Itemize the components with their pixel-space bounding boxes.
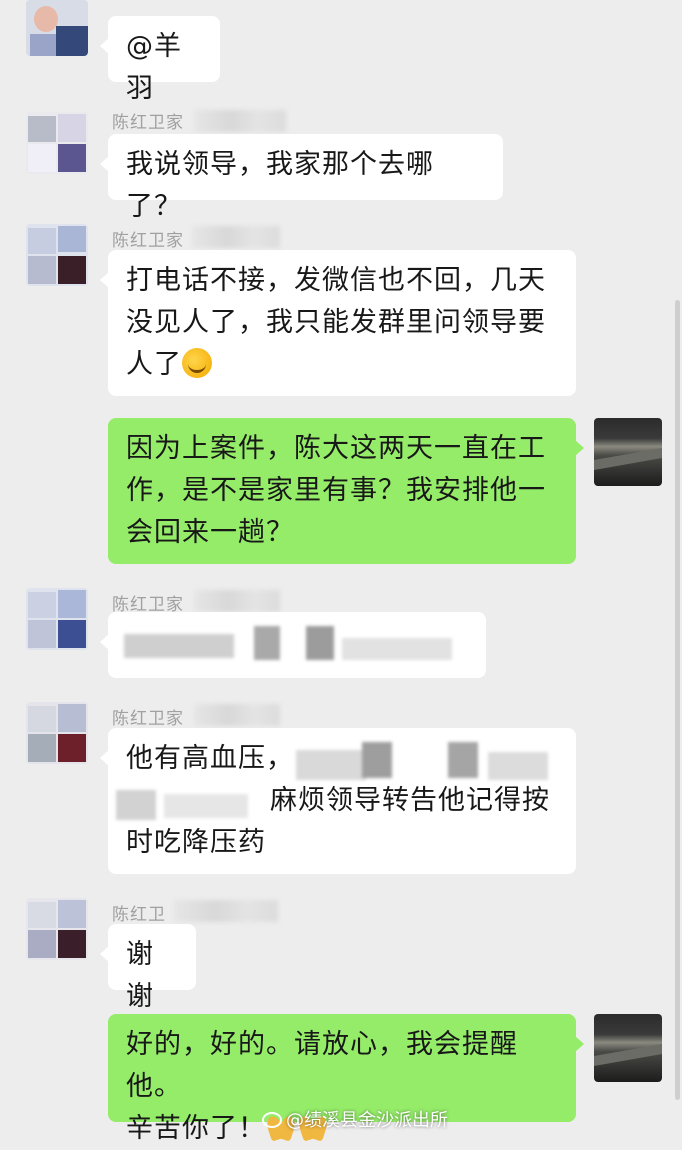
message-line: 作，是不是家里有事？我安排他一 <box>126 475 546 506</box>
message-line: 人了 <box>126 349 182 380</box>
bubble-tail <box>575 1036 584 1052</box>
weibo-icon <box>262 1112 282 1128</box>
watermark: @绩溪县金沙派出所 <box>262 1106 448 1132</box>
bubble-tail <box>100 156 109 172</box>
redacted-text <box>342 638 452 660</box>
redacted-text <box>124 634 234 658</box>
redacted-text <box>306 626 334 660</box>
message-bubble[interactable] <box>100 612 486 678</box>
redacted-name <box>192 226 280 248</box>
redacted-text <box>296 750 366 780</box>
sender-name: 陈红卫家 <box>112 113 184 133</box>
scrollbar[interactable] <box>675 300 680 1100</box>
message-bubble[interactable]: 他有高血压， 麻烦领导转告他记得按 时吃降压药 <box>100 728 576 874</box>
bubble-tail <box>100 38 109 54</box>
crying-laughing-emoji <box>182 348 212 378</box>
message-line: 会回来一趟？ <box>126 517 294 548</box>
message-line: 打电话不接，发微信也不回，几天 <box>126 265 546 296</box>
contact-avatar[interactable] <box>26 588 88 650</box>
chat-view: @羊羽 陈红卫家 我说领导，我家那个去哪了？ 陈红卫家 打电话不接，发微信也不回… <box>0 0 682 1144</box>
redacted-text <box>448 742 478 778</box>
bubble-tail <box>100 634 109 650</box>
redacted-text <box>488 752 548 780</box>
redacted-text <box>116 790 156 820</box>
sender-name: 陈红卫 <box>112 905 166 925</box>
redacted-name <box>194 110 286 132</box>
my-avatar[interactable] <box>594 1014 662 1082</box>
message-text: 我说领导，我家那个去哪了？ <box>126 149 434 222</box>
message-line-with-emoji: 人了 <box>126 344 560 386</box>
bubble-tail <box>100 272 109 288</box>
message-line: 时吃降压药 <box>126 827 266 858</box>
contact-avatar[interactable] <box>26 898 88 960</box>
watermark-text: @绩溪县金沙派出所 <box>286 1110 448 1131</box>
message-bubble[interactable]: 因为上案件，陈大这两天一直在工 作，是不是家里有事？我安排他一 会回来一趟？ <box>108 418 584 564</box>
bubble-tail <box>100 750 109 766</box>
redacted-text <box>254 626 280 660</box>
message-text: 谢谢 <box>126 939 154 1012</box>
message-bubble[interactable]: 我说领导，我家那个去哪了？ <box>100 134 503 222</box>
redacted-name <box>194 590 280 612</box>
contact-avatar[interactable] <box>26 112 88 174</box>
message-line: 没见人了，我只能发群里问领导要 <box>126 307 546 338</box>
contact-avatar[interactable] <box>26 0 88 56</box>
message-line: 因为上案件，陈大这两天一直在工 <box>126 433 546 464</box>
message-bubble[interactable]: @羊羽 <box>100 16 220 104</box>
contact-avatar[interactable] <box>26 702 88 764</box>
redacted-name <box>194 704 280 726</box>
redacted-name <box>174 900 278 922</box>
message-bubble[interactable]: 打电话不接，发微信也不回，几天 没见人了，我只能发群里问领导要 人了 <box>100 250 576 396</box>
contact-avatar[interactable] <box>26 224 88 286</box>
redacted-text <box>362 742 392 778</box>
sender-name: 陈红卫家 <box>112 231 184 251</box>
message-text: @羊羽 <box>126 31 182 104</box>
bubble-tail <box>575 440 584 456</box>
bubble-tail <box>100 946 109 962</box>
message-line: 辛苦你了！ <box>126 1113 266 1144</box>
message-line: 好的，好的。请放心，我会提醒他。 <box>126 1029 518 1102</box>
sender-name: 陈红卫家 <box>112 709 184 729</box>
message-bubble[interactable]: 谢谢 <box>100 924 196 1012</box>
my-avatar[interactable] <box>594 418 662 486</box>
redacted-text <box>164 794 248 818</box>
